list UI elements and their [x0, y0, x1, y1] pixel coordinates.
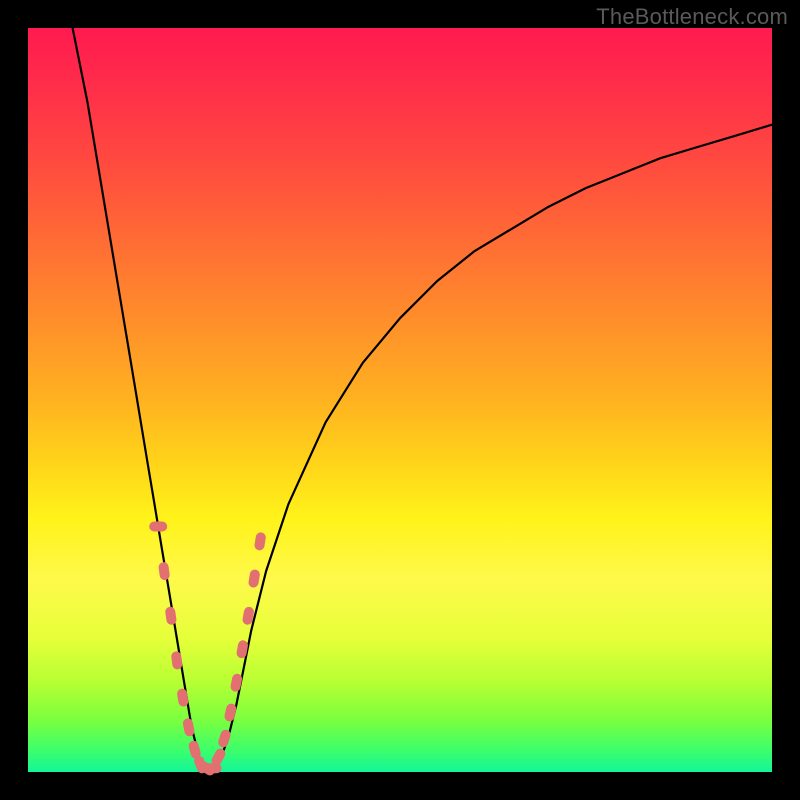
plot-area [28, 28, 772, 772]
marker [171, 651, 183, 670]
chart-frame: TheBottleneck.com [0, 0, 800, 800]
marker [223, 703, 237, 723]
watermark-text: TheBottleneck.com [596, 4, 788, 30]
marker [158, 562, 170, 581]
marker [230, 673, 243, 693]
marker [182, 718, 195, 738]
marker [176, 688, 189, 707]
curve-layer [28, 28, 772, 772]
marker [165, 606, 178, 625]
marker-group [149, 521, 266, 777]
marker [149, 521, 167, 531]
marker [254, 532, 267, 551]
marker [248, 569, 261, 588]
